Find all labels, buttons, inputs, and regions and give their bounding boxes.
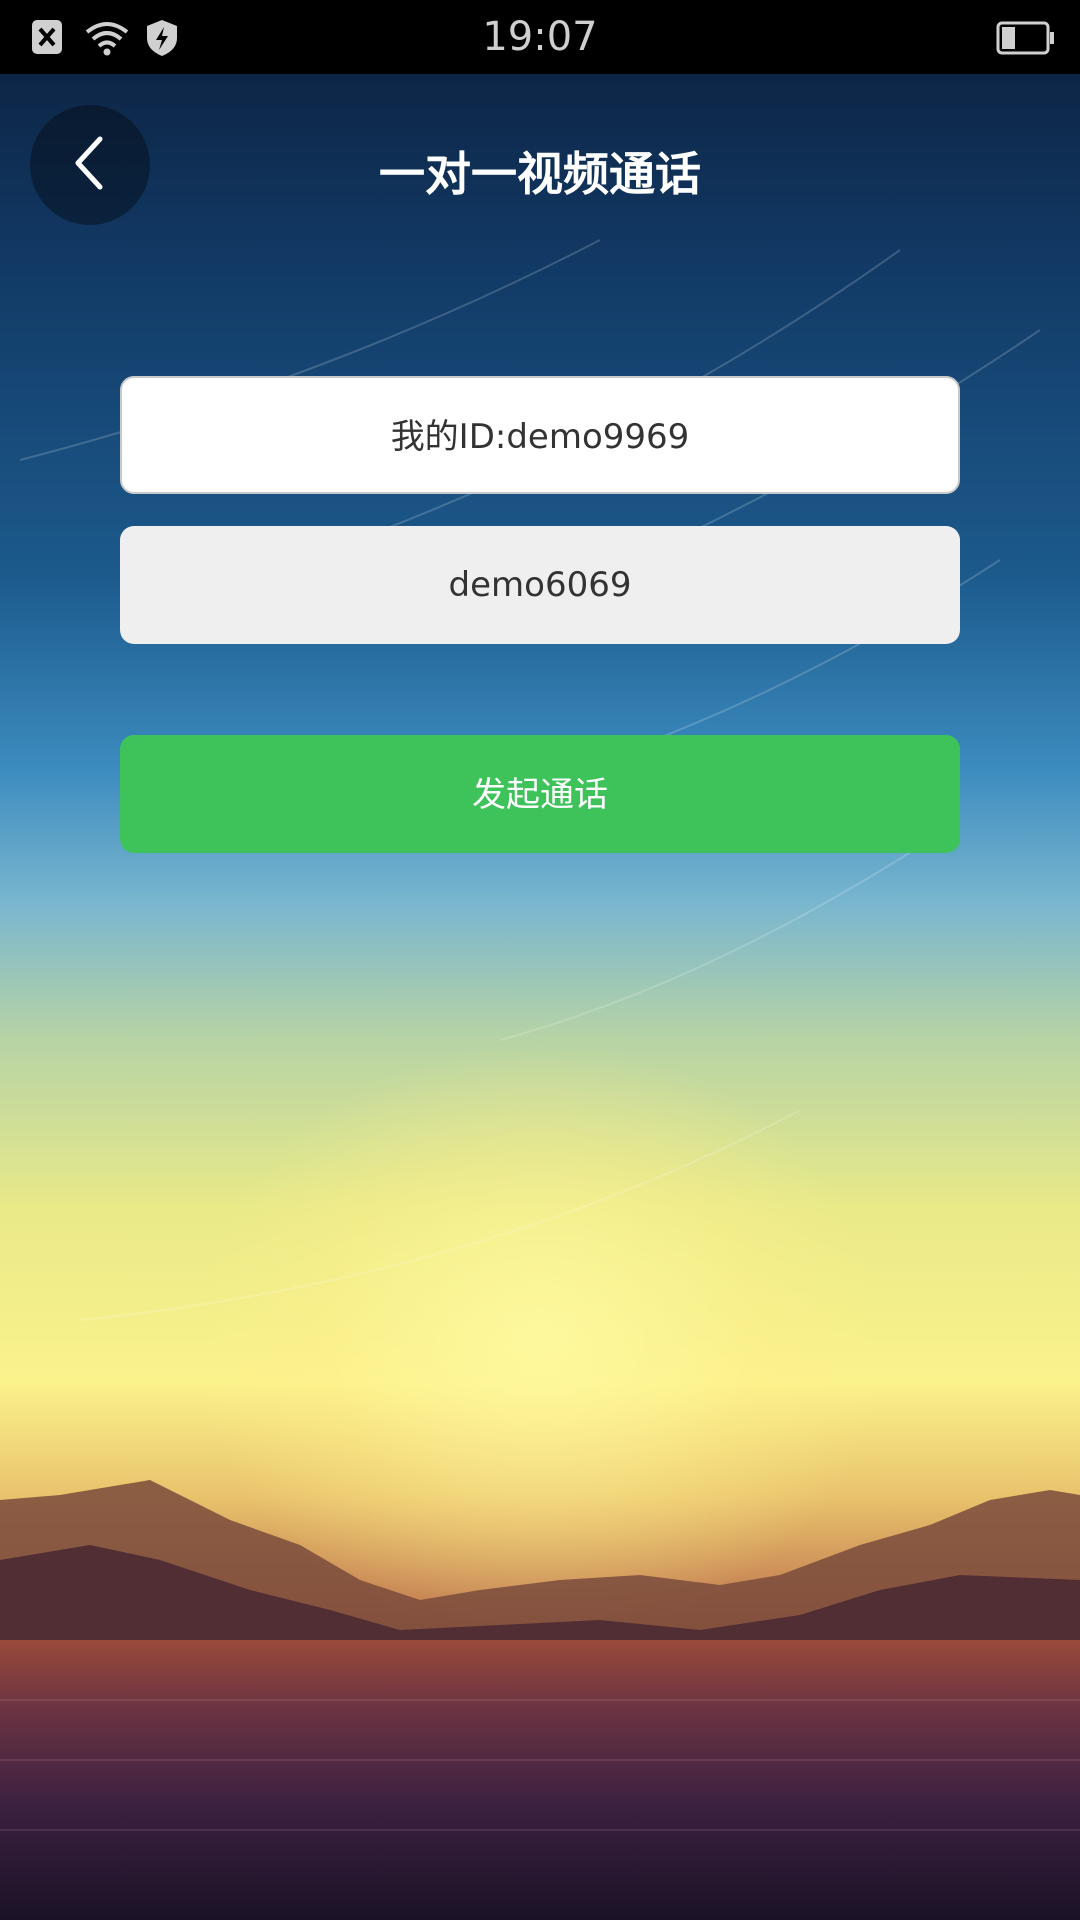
start-call-button[interactable]: 发起通话: [120, 735, 960, 853]
status-bar: 19:07: [0, 0, 1080, 74]
page-title: 一对一视频通话: [379, 147, 701, 201]
screen: 19:07 一对一视频通话 我的ID:demo9969 发起通话: [0, 0, 1080, 1920]
callee-id-input[interactable]: [120, 526, 960, 644]
my-id-display: 我的ID:demo9969: [120, 376, 960, 494]
background-scenery: [0, 239, 1080, 1920]
battery-icon: [996, 20, 1056, 60]
status-time: 19:07: [482, 14, 598, 60]
